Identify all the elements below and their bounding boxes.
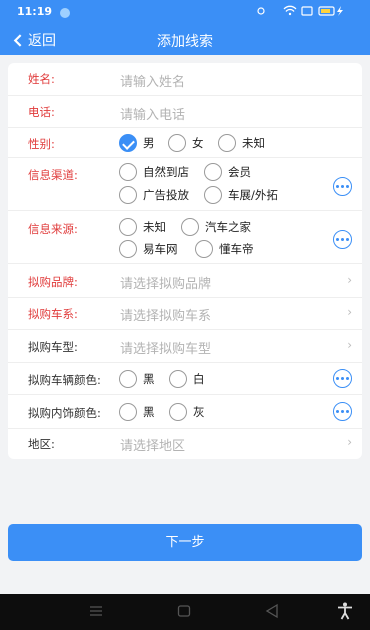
brand-row[interactable]: 拟购品牌: 请选择拟购品牌 › — [8, 264, 362, 298]
channel-option[interactable]: 会员 — [204, 163, 251, 181]
source-option-label: 汽车之家 — [205, 220, 251, 234]
channel-option[interactable]: 车展/外拓 — [204, 186, 278, 204]
status-icons — [256, 5, 356, 20]
gender-label: 性别: — [28, 137, 55, 151]
series-select[interactable]: 请选择拟购车系 — [120, 305, 211, 324]
phone-label: 电话: — [28, 105, 55, 119]
chevron-right-icon: › — [347, 338, 352, 352]
radio-icon — [181, 218, 199, 236]
accessibility-icon[interactable] — [337, 602, 353, 620]
channel-option[interactable]: 广告投放 — [119, 186, 189, 204]
menu-icon[interactable] — [89, 603, 103, 619]
radio-icon — [169, 403, 187, 421]
radio-icon — [169, 370, 187, 388]
more-exterior-color-button[interactable] — [333, 369, 352, 388]
radio-icon — [204, 186, 222, 204]
radio-icon — [119, 163, 137, 181]
interior-color-option[interactable]: 黑 — [119, 403, 155, 421]
channel-option-label: 会员 — [228, 165, 251, 179]
model-label: 拟购车型: — [28, 340, 78, 354]
interior-color-label: 拟购内饰颜色: — [28, 406, 101, 420]
phone-input[interactable]: 请输入电话 — [120, 104, 185, 123]
series-label: 拟购车系: — [28, 307, 78, 321]
channel-option[interactable]: 自然到店 — [119, 163, 189, 181]
exterior-color-row: 拟购车辆颜色: 黑 白 — [8, 363, 362, 395]
source-option[interactable]: 汽车之家 — [181, 218, 251, 236]
radio-icon — [119, 240, 137, 258]
status-time: 11:19 — [17, 5, 53, 18]
radio-icon — [119, 370, 137, 388]
system-status-icons — [257, 5, 343, 16]
name-row: 姓名: 请输入姓名 — [8, 63, 362, 96]
more-interior-color-button[interactable] — [333, 402, 352, 421]
app-notification-icon — [60, 8, 70, 18]
gender-row: 性别: 男 女 未知 — [8, 128, 362, 158]
gender-option-unknown[interactable]: 未知 — [218, 134, 265, 152]
series-row[interactable]: 拟购车系: 请选择拟购车系 › — [8, 298, 362, 330]
region-select[interactable]: 请选择地区 — [120, 435, 185, 454]
name-input[interactable]: 请输入姓名 — [120, 71, 185, 90]
source-option[interactable]: 懂车帝 — [195, 240, 254, 258]
exterior-color-option[interactable]: 黑 — [119, 370, 155, 388]
exterior-color-option-label: 黑 — [143, 372, 155, 386]
radio-icon — [168, 134, 186, 152]
source-row: 信息来源: 未知 汽车之家 易车网 懂车帝 — [8, 211, 362, 264]
source-option-label: 懂车帝 — [219, 242, 254, 256]
gender-option-label: 男 — [143, 136, 155, 150]
channel-option-label: 自然到店 — [143, 165, 189, 179]
interior-color-option-label: 灰 — [193, 405, 205, 419]
model-row[interactable]: 拟购车型: 请选择拟购车型 › — [8, 330, 362, 363]
model-select[interactable]: 请选择拟购车型 — [120, 338, 211, 357]
channel-option-label: 车展/外拓 — [228, 188, 278, 202]
radio-icon — [119, 218, 137, 236]
status-bar: 11:19 — [0, 0, 370, 25]
region-label: 地区: — [28, 437, 55, 451]
home-icon[interactable] — [177, 603, 191, 619]
channel-label: 信息渠道: — [28, 168, 78, 182]
exterior-color-option-label: 白 — [193, 372, 205, 386]
region-row[interactable]: 地区: 请选择地区 › — [8, 429, 362, 459]
source-label: 信息来源: — [28, 222, 78, 236]
back-triangle-icon[interactable] — [265, 603, 279, 619]
name-label: 姓名: — [28, 72, 55, 86]
title-bar: 返回 添加线索 — [0, 25, 370, 55]
gender-option-female[interactable]: 女 — [168, 134, 204, 152]
exterior-color-label: 拟购车辆颜色: — [28, 373, 101, 387]
next-step-button[interactable]: 下一步 — [8, 524, 362, 561]
brand-label: 拟购品牌: — [28, 275, 78, 289]
gender-option-label: 未知 — [242, 136, 265, 150]
source-option-label: 易车网 — [143, 242, 178, 256]
more-source-button[interactable] — [333, 230, 352, 249]
chevron-right-icon: › — [347, 435, 352, 449]
phone-row: 电话: 请输入电话 — [8, 96, 362, 128]
radio-icon — [119, 186, 137, 204]
source-option-label: 未知 — [143, 220, 166, 234]
channel-row: 信息渠道: 自然到店 会员 广告投放 车展/外拓 — [8, 158, 362, 211]
gender-option-male[interactable]: 男 — [119, 134, 155, 152]
more-channel-button[interactable] — [333, 177, 352, 196]
checked-radio-icon — [119, 134, 137, 152]
interior-color-row: 拟购内饰颜色: 黑 灰 — [8, 395, 362, 429]
page-title: 添加线索 — [157, 34, 213, 50]
exterior-color-option[interactable]: 白 — [169, 370, 205, 388]
source-option[interactable]: 未知 — [119, 218, 166, 236]
source-option[interactable]: 易车网 — [119, 240, 178, 258]
chevron-right-icon: › — [347, 273, 352, 287]
channel-option-label: 广告投放 — [143, 188, 189, 202]
radio-icon — [204, 163, 222, 181]
brand-select[interactable]: 请选择拟购品牌 — [120, 273, 211, 292]
system-nav-bar — [0, 594, 370, 630]
radio-icon — [195, 240, 213, 258]
interior-color-option[interactable]: 灰 — [169, 403, 205, 421]
chevron-right-icon: › — [347, 305, 352, 319]
radio-icon — [119, 403, 137, 421]
interior-color-option-label: 黑 — [143, 405, 155, 419]
radio-icon — [218, 134, 236, 152]
form-card: 姓名: 请输入姓名 电话: 请输入电话 性别: 男 女 未知 信息渠道: 自然到… — [8, 63, 362, 459]
gender-option-label: 女 — [192, 136, 204, 150]
